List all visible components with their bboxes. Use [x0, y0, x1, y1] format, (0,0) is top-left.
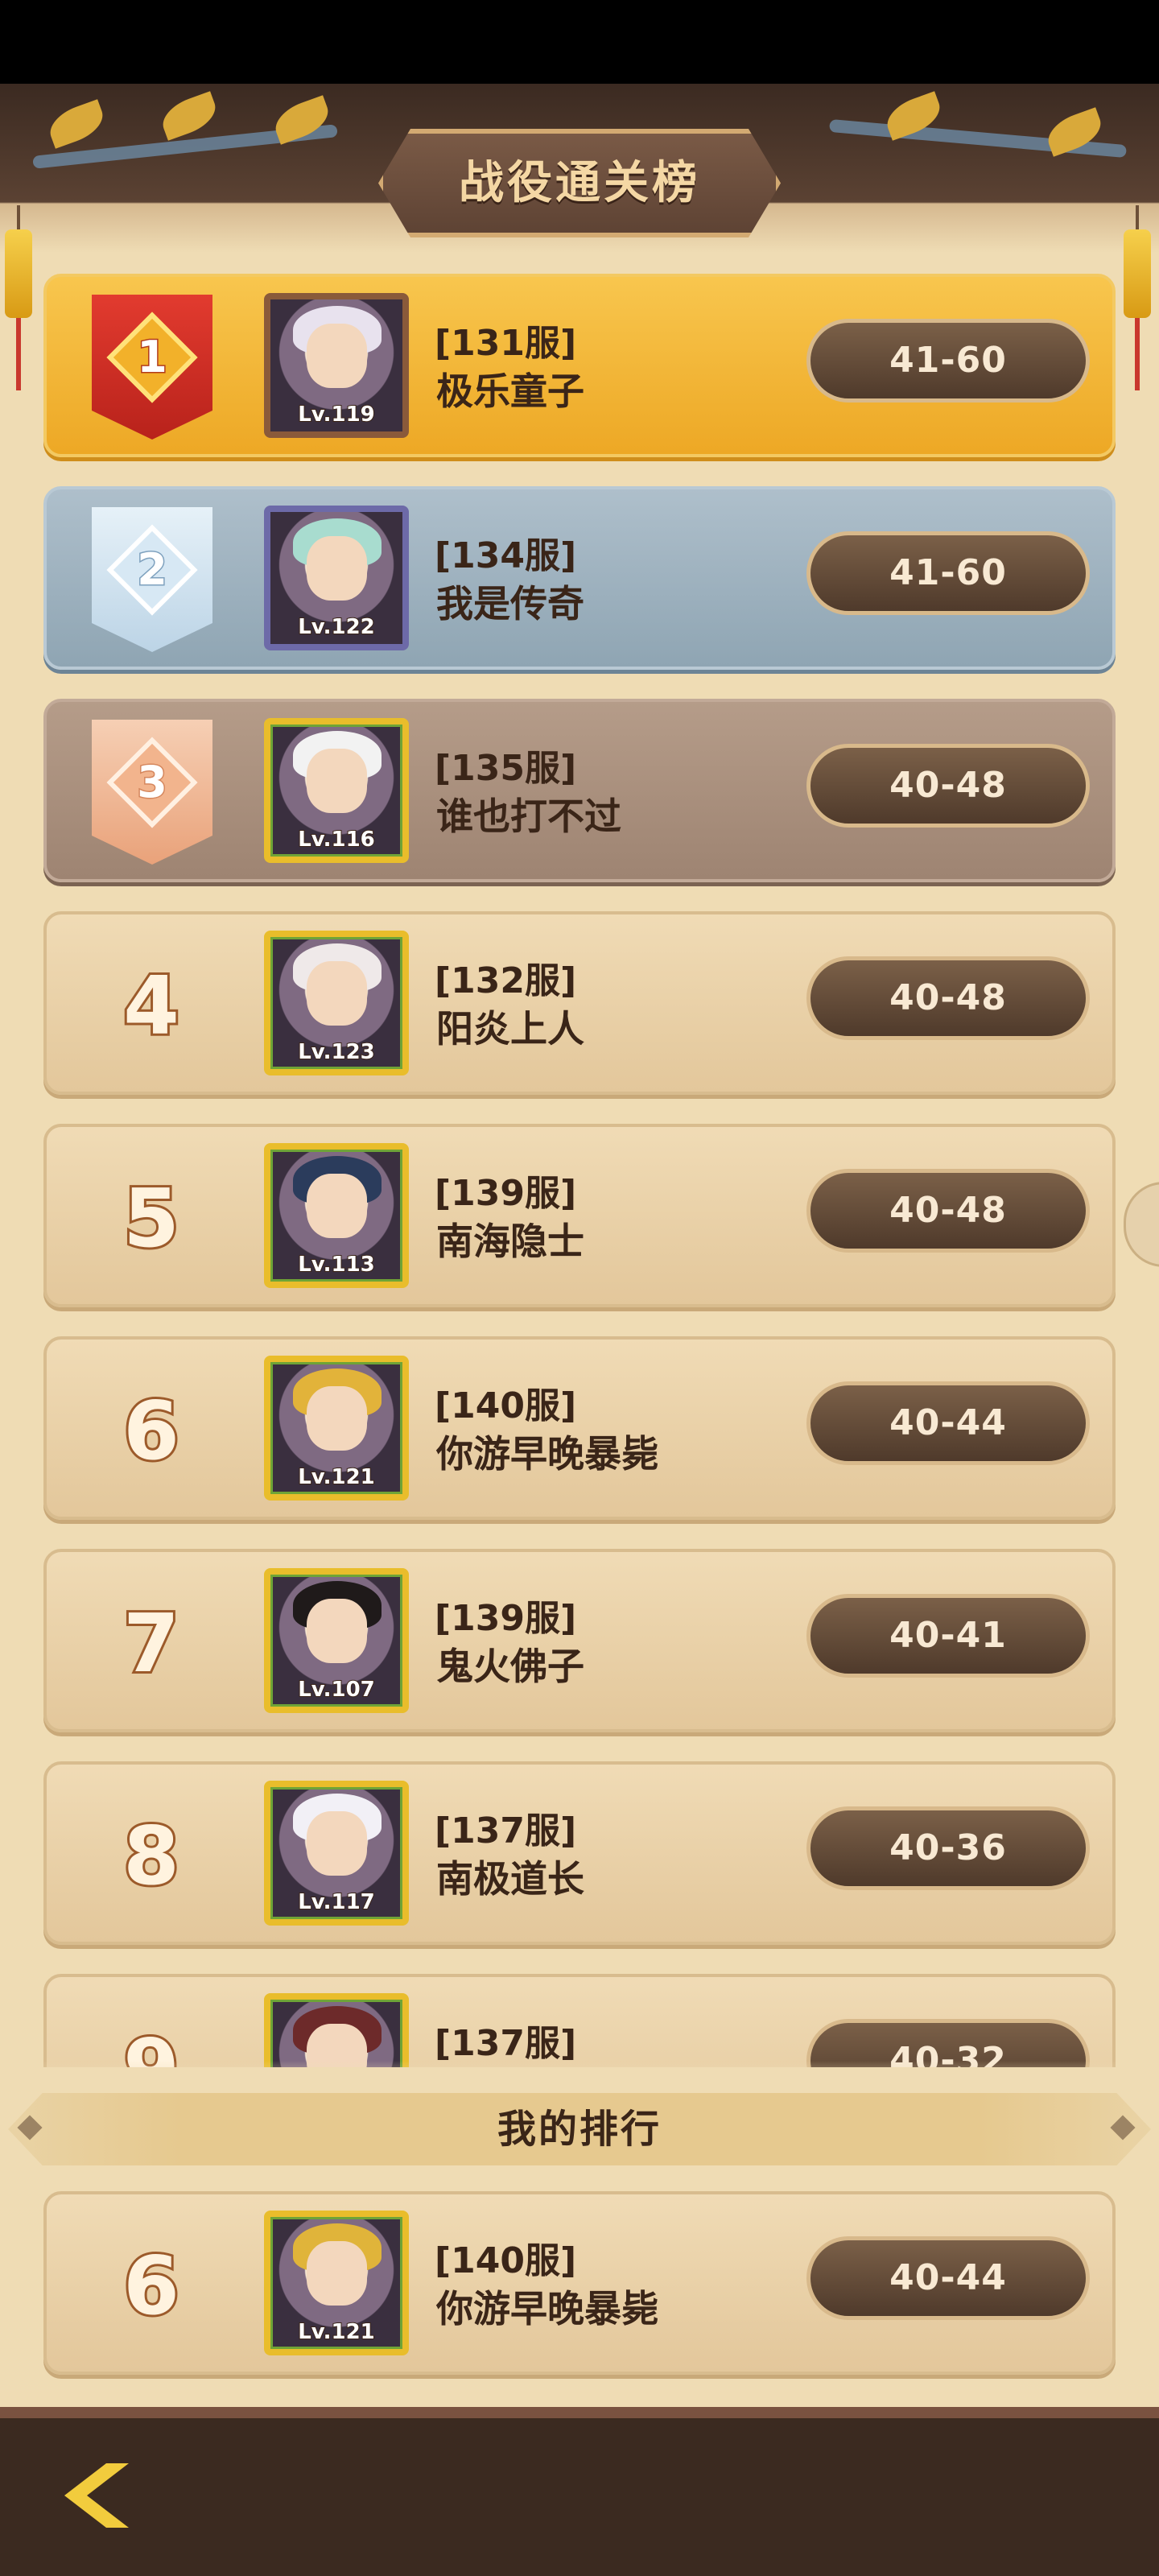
avatar-face: [307, 324, 367, 388]
leaderboard-row[interactable]: 1 Lv.119 [131服] 极乐童子 41-60: [43, 274, 1116, 457]
leaderboard-row[interactable]: 4 Lv.123 [132服] 阳炎上人 40-48: [43, 911, 1116, 1095]
avatar-face: [307, 536, 367, 601]
level-label: Lv.122: [297, 614, 376, 640]
leaderboard-row[interactable]: 3 Lv.116 [135服] 谁也打不过 40-48: [43, 699, 1116, 882]
avatar[interactable]: Lv.123: [264, 931, 409, 1075]
level-label: Lv.116: [297, 827, 376, 852]
player-name: 南海隐士: [436, 1220, 584, 1263]
back-button[interactable]: [40, 2439, 169, 2560]
server-label: [134服]: [435, 535, 577, 576]
server-label: [140服]: [435, 1385, 577, 1426]
stage-pill: 40-48: [806, 1169, 1090, 1253]
my-rank-label: 我的排行: [497, 2107, 662, 2152]
leaderboard-row[interactable]: 5 Lv.113 [139服] 南海隐士 40-48: [43, 1124, 1116, 1307]
rank-badge-number: 3: [136, 756, 169, 809]
leaderboard-list[interactable]: 1 Lv.119 [131服] 极乐童子 41-60 2 Lv.122 [134服] 我是传奇 4…: [43, 274, 1116, 2067]
level-label: Lv.113: [297, 1252, 376, 1278]
server-label: [135服]: [435, 748, 577, 789]
player-name: 你游早晚暴毙: [436, 2287, 658, 2330]
footer-bar: [0, 2407, 1159, 2576]
avatar-face: [307, 1174, 367, 1238]
avatar-face: [307, 2241, 367, 2306]
level-label: Lv.107: [297, 1677, 376, 1703]
level-label: Lv.121: [297, 1464, 376, 1490]
server-label: [137服]: [435, 1810, 577, 1852]
server-label: [140服]: [435, 2240, 577, 2281]
rank-number: 8: [121, 1806, 182, 1905]
avatar[interactable]: Lv.113: [264, 1143, 409, 1288]
stage-pill: 40-48: [806, 744, 1090, 828]
server-label: [131服]: [435, 323, 577, 364]
rank-number: 4: [121, 956, 182, 1055]
server-label: [137服]: [435, 2023, 577, 2064]
server-label: [139服]: [435, 1173, 577, 1214]
back-chevron-icon: [64, 2463, 129, 2528]
stage-pill: 40-32: [806, 2019, 1090, 2067]
my-rank-row[interactable]: 6 Lv.121 [140服] 你游早晚暴毙 40-44: [43, 2191, 1116, 2375]
lantern-icon: [1124, 205, 1151, 390]
rank-number: 9: [103, 1977, 200, 2067]
avatar[interactable]: Lv.116: [264, 718, 409, 863]
stage-pill: 40-44: [806, 1381, 1090, 1465]
player-name: 极乐童子: [436, 369, 584, 413]
player-name: 谁也打不过: [436, 795, 621, 838]
leaf-decoration: [44, 99, 109, 149]
leaf-decoration: [157, 91, 221, 141]
level-label: Lv.119: [297, 402, 376, 427]
side-drawer-handle[interactable]: [1124, 1182, 1159, 1267]
avatar-face: [307, 1811, 367, 1876]
level-label: Lv.117: [297, 1889, 376, 1915]
leaderboard-row[interactable]: 8 Lv.117 [137服] 南极道长 40-36: [43, 1761, 1116, 1945]
avatar[interactable]: Lv.121: [264, 2211, 409, 2355]
player-name: 你游早晚暴毙: [436, 1432, 658, 1476]
avatar[interactable]: Lv.119: [264, 293, 409, 438]
status-bar: [0, 0, 1159, 84]
player-name: 南极道长: [436, 1857, 584, 1901]
stage-pill: 40-48: [806, 956, 1090, 1040]
page-title: 战役通关榜: [459, 157, 700, 209]
avatar-face: [307, 749, 367, 813]
stage-pill: 40-36: [806, 1806, 1090, 1890]
player-name: 阳炎上人: [436, 1007, 584, 1051]
list-fade: [0, 2061, 1159, 2093]
stage-pill: 40-41: [806, 1594, 1090, 1678]
rank-badge-number: 1: [136, 331, 169, 384]
avatar-face: [307, 1599, 367, 1663]
avatar[interactable]: Lv.121: [264, 1356, 409, 1501]
rank-badge-number: 2: [136, 543, 169, 597]
rank-number: 7: [121, 1594, 182, 1693]
rank-number: 5: [121, 1169, 182, 1268]
leaderboard-row[interactable]: 9 [137服] 40-32: [43, 1974, 1116, 2067]
level-label: Lv.121: [297, 2319, 376, 2345]
avatar[interactable]: Lv.107: [264, 1568, 409, 1713]
player-name: 我是传奇: [436, 582, 584, 625]
avatar[interactable]: Lv.117: [264, 1781, 409, 1926]
avatar-face: [307, 961, 367, 1026]
avatar[interactable]: Lv.122: [264, 506, 409, 650]
stage-pill: 40-44: [806, 2236, 1090, 2320]
stage-pill: 41-60: [806, 319, 1090, 402]
server-label: [139服]: [435, 1598, 577, 1639]
stage-pill: 41-60: [806, 531, 1090, 615]
rank-number: 6: [121, 2236, 182, 2335]
rank-number: 6: [121, 1381, 182, 1480]
avatar[interactable]: [264, 1993, 409, 2067]
leaderboard-row[interactable]: 6 Lv.121 [140服] 你游早晚暴毙 40-44: [43, 1336, 1116, 1520]
level-label: Lv.123: [297, 1039, 376, 1065]
avatar-face: [307, 1386, 367, 1451]
leaderboard-row[interactable]: 2 Lv.122 [134服] 我是传奇 41-60: [43, 486, 1116, 670]
player-name: 鬼火佛子: [436, 1645, 584, 1688]
lantern-icon: [5, 205, 32, 390]
server-label: [132服]: [435, 960, 577, 1001]
leaderboard-row[interactable]: 7 Lv.107 [139服] 鬼火佛子 40-41: [43, 1549, 1116, 1732]
